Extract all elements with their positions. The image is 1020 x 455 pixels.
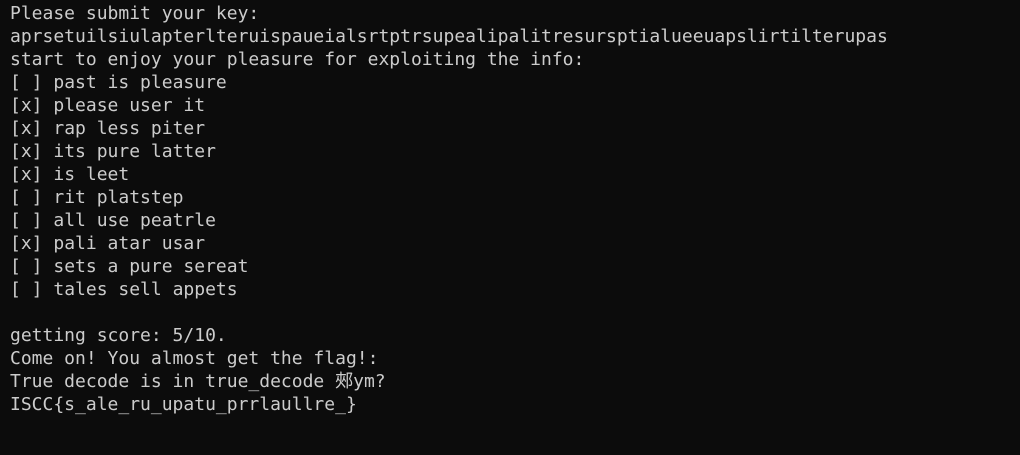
option-checkbox: [x] [10, 95, 43, 116]
option-checkbox: [ ] [10, 279, 43, 300]
option-checkbox: [x] [10, 233, 43, 254]
option-text: is leet [53, 164, 130, 185]
option-line: [ ] rit platstep [10, 186, 1010, 209]
option-checkbox: [ ] [10, 72, 43, 93]
option-checkbox: [ ] [10, 187, 43, 208]
encourage-line: Come on! You almost get the flag!: [10, 348, 379, 369]
option-line: [x] is leet [10, 163, 1010, 186]
option-checkbox: [x] [10, 141, 43, 162]
option-text: its pure latter [53, 141, 216, 162]
intro-line: start to enjoy your pleasure for exploit… [10, 49, 585, 70]
option-line: [x] rap less piter [10, 117, 1010, 140]
option-text: sets a pure sereat [53, 256, 249, 277]
option-checkbox: [ ] [10, 256, 43, 277]
option-line: [x] its pure latter [10, 140, 1010, 163]
option-checkbox: [x] [10, 118, 43, 139]
option-text: pali atar usar [53, 233, 206, 254]
key-line: aprsetuilsiulapterlteruispaueialsrtptrsu… [10, 26, 888, 47]
terminal-window[interactable]: Please submit your key: aprsetuilsiulapt… [0, 0, 1020, 455]
option-text: all use peatrle [53, 210, 216, 231]
prompt-line: Please submit your key: [10, 3, 260, 24]
option-line: [ ] sets a pure sereat [10, 255, 1010, 278]
option-text: past is pleasure [53, 72, 227, 93]
flag-line: ISCC{s_ale_ru_upatu_prrlaullre_} [10, 394, 357, 415]
decode-hint-line: True decode is in true_decode 郟ym? [10, 371, 386, 392]
option-checkbox: [ ] [10, 210, 43, 231]
score-line: getting score: 5/10. [10, 325, 227, 346]
option-text: rit platstep [53, 187, 184, 208]
option-line: [x] please user it [10, 94, 1010, 117]
option-text: rap less piter [53, 118, 206, 139]
option-line: [ ] tales sell appets [10, 278, 1010, 301]
option-line: [ ] all use peatrle [10, 209, 1010, 232]
option-line: [x] pali atar usar [10, 232, 1010, 255]
option-text: tales sell appets [53, 279, 238, 300]
option-line: [ ] past is pleasure [10, 71, 1010, 94]
option-text: please user it [53, 95, 206, 116]
option-checkbox: [x] [10, 164, 43, 185]
